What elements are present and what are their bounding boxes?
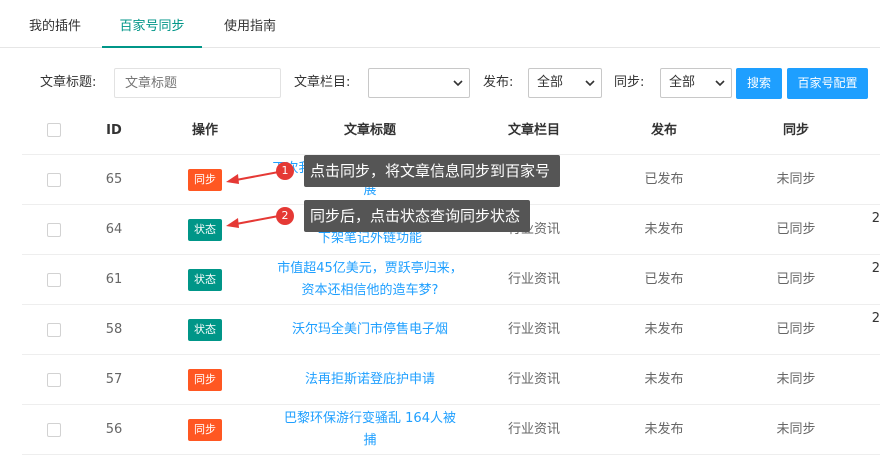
row-id: 58 xyxy=(105,321,123,337)
row-checkbox[interactable] xyxy=(47,172,61,187)
sync-button[interactable]: 同步 xyxy=(188,168,222,191)
row-sync-status: 未同步 xyxy=(776,171,816,187)
tab-user-guide[interactable]: 使用指南 xyxy=(208,0,292,46)
header-category: 文章栏目 xyxy=(507,123,560,138)
row-id: 61 xyxy=(105,271,123,287)
header-id: ID xyxy=(106,123,122,138)
title-search-input[interactable] xyxy=(114,68,281,98)
tab-my-plugins[interactable]: 我的插件 xyxy=(14,0,96,46)
truncated-column-value: 2 xyxy=(871,211,880,226)
article-title-link[interactable]: 沃尔玛全美门市停售电子烟 xyxy=(292,319,448,341)
sync-button[interactable]: 同步 xyxy=(188,368,222,391)
row-publish-status: 未发布 xyxy=(644,221,684,237)
search-button[interactable]: 搜索 xyxy=(736,68,782,99)
status-button[interactable]: 状态 xyxy=(188,318,222,341)
row-checkbox[interactable] xyxy=(47,372,61,387)
row-checkbox[interactable] xyxy=(47,422,61,437)
table-row: 61 状态 市值超45亿美元，贾跃亭归来，资本还相信他的造车梦? 行业资讯 已发… xyxy=(22,255,880,305)
header-publish: 发布 xyxy=(650,123,677,138)
row-action-cell: 同步 xyxy=(170,355,240,404)
filter-bar: 文章标题: 文章栏目: 发布: 全部 同步: 全部 搜索 百家号配置 xyxy=(0,62,880,102)
publish-filter-label: 发布: xyxy=(483,75,514,90)
row-id: 57 xyxy=(105,371,123,387)
row-checkbox-cell xyxy=(44,155,64,204)
tab-bar: 我的插件 百家号同步 使用指南 xyxy=(0,0,880,48)
category-select[interactable] xyxy=(368,68,470,98)
callout-1-badge: 1 xyxy=(276,162,294,180)
callout-2-tooltip: 同步后，点击状态查询同步状态 xyxy=(304,200,531,232)
table-row: 56 同步 巴黎环保游行变骚乱 164人被捕 行业资讯 未发布 未同步 xyxy=(22,405,880,455)
header-sync: 同步 xyxy=(782,123,809,138)
sync-select-value: 全部 xyxy=(669,75,696,90)
table-row: 57 同步 法再拒斯诺登庇护申请 行业资讯 未发布 未同步 xyxy=(22,355,880,405)
row-sync-status: 未同步 xyxy=(776,371,816,387)
row-id: 64 xyxy=(105,221,123,237)
callout-1-tooltip: 点击同步，将文章信息同步到百家号 xyxy=(304,155,561,187)
row-checkbox[interactable] xyxy=(47,322,61,337)
row-action-cell: 状态 xyxy=(170,255,240,304)
row-action-cell: 状态 xyxy=(170,305,240,354)
row-title-cell: 法再拒斯诺登庇护申请 xyxy=(270,355,470,404)
status-button[interactable]: 状态 xyxy=(188,218,222,241)
row-category: 行业资讯 xyxy=(507,421,560,437)
row-id: 65 xyxy=(105,171,123,187)
row-category: 行业资讯 xyxy=(507,371,560,387)
row-checkbox[interactable] xyxy=(47,222,61,237)
publish-select[interactable]: 全部 xyxy=(528,68,602,98)
row-title-cell: 巴黎环保游行变骚乱 164人被捕 xyxy=(270,405,470,454)
chevron-down-icon xyxy=(715,80,725,87)
row-sync-status: 已同步 xyxy=(776,271,816,287)
row-publish-status: 已发布 xyxy=(644,171,684,187)
truncated-column-value: 2 xyxy=(871,311,880,326)
table-row: 58 状态 沃尔玛全美门市停售电子烟 行业资讯 未发布 已同步 2 xyxy=(22,305,880,355)
category-filter-label: 文章栏目: xyxy=(294,75,351,90)
row-title-cell: 沃尔玛全美门市停售电子烟 xyxy=(270,305,470,354)
sync-select[interactable]: 全部 xyxy=(660,68,732,98)
status-button[interactable]: 状态 xyxy=(188,268,222,291)
row-id: 56 xyxy=(105,421,123,437)
publish-select-value: 全部 xyxy=(537,75,564,90)
row-publish-status: 已发布 xyxy=(644,271,684,287)
row-sync-status: 已同步 xyxy=(776,321,816,337)
article-title-link[interactable]: 巴黎环保游行变骚乱 164人被捕 xyxy=(280,408,460,452)
row-action-cell: 同步 xyxy=(170,405,240,454)
article-title-link[interactable]: 法再拒斯诺登庇护申请 xyxy=(305,369,435,391)
row-publish-status: 未发布 xyxy=(644,321,684,337)
sync-filter-label: 同步: xyxy=(614,75,645,90)
row-sync-status: 未同步 xyxy=(776,421,816,437)
row-checkbox-cell xyxy=(44,355,64,404)
header-action: 操作 xyxy=(191,123,218,138)
row-checkbox-cell xyxy=(44,205,64,254)
row-sync-status: 已同步 xyxy=(776,221,816,237)
row-publish-status: 未发布 xyxy=(644,371,684,387)
tab-baijiahao-sync[interactable]: 百家号同步 xyxy=(102,0,202,48)
row-title-cell: 市值超45亿美元，贾跃亭归来，资本还相信他的造车梦? xyxy=(270,255,470,304)
header-title: 文章标题 xyxy=(343,123,396,138)
row-publish-status: 未发布 xyxy=(644,421,684,437)
truncated-column-value: 2 xyxy=(871,261,880,276)
select-all-checkbox[interactable] xyxy=(47,122,61,137)
row-checkbox-cell xyxy=(44,305,64,354)
article-title-link[interactable]: 市值超45亿美元，贾跃亭归来，资本还相信他的造车梦? xyxy=(276,258,464,302)
baijiahao-config-button[interactable]: 百家号配置 xyxy=(787,68,868,99)
header-checkbox-cell xyxy=(44,105,64,154)
row-checkbox-cell xyxy=(44,405,64,454)
chevron-down-icon xyxy=(453,80,463,87)
row-checkbox[interactable] xyxy=(47,272,61,287)
sync-button[interactable]: 同步 xyxy=(188,418,222,441)
row-checkbox-cell xyxy=(44,255,64,304)
row-category: 行业资讯 xyxy=(507,271,560,287)
chevron-down-icon xyxy=(585,80,595,87)
title-filter-label: 文章标题: xyxy=(40,75,97,90)
callout-2-badge: 2 xyxy=(276,207,294,225)
table-header: ID 操作 文章标题 文章栏目 发布 同步 xyxy=(22,105,880,155)
row-category: 行业资讯 xyxy=(507,321,560,337)
